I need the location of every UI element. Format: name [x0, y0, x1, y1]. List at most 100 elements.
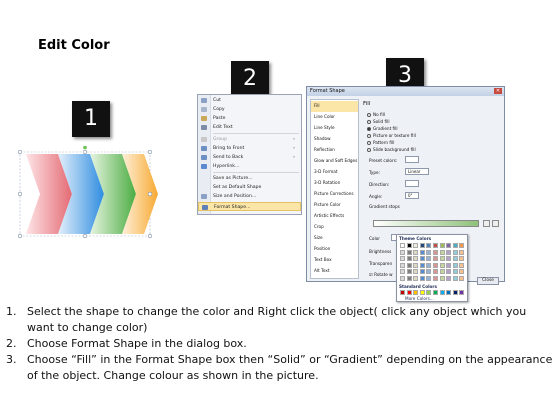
- theme-shade-swatch[interactable]: [452, 275, 458, 281]
- theme-shade-swatch[interactable]: [400, 262, 405, 268]
- category-text-box[interactable]: Text Box: [311, 255, 358, 266]
- theme-shade-swatch[interactable]: [433, 262, 438, 268]
- menu-item-bring-to-front[interactable]: Bring to Front ›: [198, 144, 301, 153]
- theme-shade-swatch[interactable]: [426, 250, 432, 255]
- menu-item-cut[interactable]: Cut: [198, 96, 301, 105]
- theme-shade-swatch[interactable]: [419, 256, 425, 262]
- theme-shade-swatch[interactable]: [439, 269, 445, 275]
- theme-color-swatch[interactable]: [406, 243, 412, 248]
- category-3d-format[interactable]: 3-D Format: [311, 167, 358, 178]
- theme-shade-swatch[interactable]: [400, 269, 405, 275]
- theme-shade-swatch[interactable]: [459, 256, 465, 262]
- theme-shade-swatch[interactable]: [400, 275, 405, 281]
- theme-shade-swatch[interactable]: [400, 256, 405, 262]
- theme-shade-swatch[interactable]: [452, 250, 458, 255]
- radio-no-fill[interactable]: No fill: [367, 111, 385, 118]
- category-alt-text[interactable]: Alt Text: [311, 266, 358, 277]
- theme-color-swatch[interactable]: [439, 243, 445, 248]
- category-line-color[interactable]: Line Color: [311, 112, 358, 123]
- radio-slide-background-fill[interactable]: Slide background fill: [367, 146, 416, 153]
- type-dropdown[interactable]: Linear: [405, 168, 429, 175]
- preset-colors-dropdown[interactable]: [405, 156, 419, 163]
- theme-shade-swatch[interactable]: [446, 275, 452, 281]
- close-button[interactable]: Close: [477, 277, 499, 285]
- theme-color-swatch[interactable]: [452, 243, 458, 248]
- remove-stop-button[interactable]: [492, 220, 499, 227]
- gradient-stops-bar[interactable]: [373, 220, 479, 227]
- menu-item-hyperlink[interactable]: Hyperlink...: [198, 162, 301, 171]
- standard-color-swatch[interactable]: [419, 290, 425, 295]
- theme-shade-swatch[interactable]: [419, 269, 425, 275]
- more-colors-item[interactable]: More Colors...: [399, 296, 434, 301]
- theme-color-swatch[interactable]: [426, 243, 432, 248]
- category-3d-rotation[interactable]: 3-D Rotation: [311, 178, 358, 189]
- direction-dropdown[interactable]: [405, 180, 419, 187]
- theme-color-swatch[interactable]: [446, 243, 452, 248]
- theme-color-swatch[interactable]: [419, 243, 425, 248]
- menu-item-send-to-back[interactable]: Send to Back ›: [198, 153, 301, 162]
- category-glow[interactable]: Glow and Soft Edges: [311, 156, 358, 167]
- theme-color-swatch[interactable]: [459, 243, 465, 248]
- theme-shade-swatch[interactable]: [439, 275, 445, 281]
- theme-shade-swatch[interactable]: [426, 275, 432, 281]
- theme-shade-swatch[interactable]: [452, 262, 458, 268]
- radio-pattern-fill[interactable]: Pattern fill: [367, 139, 394, 146]
- standard-color-swatch[interactable]: [426, 290, 432, 295]
- menu-item-edit-text[interactable]: Edit Text: [198, 123, 301, 132]
- theme-shade-swatch[interactable]: [433, 256, 438, 262]
- theme-shade-swatch[interactable]: [452, 269, 458, 275]
- theme-shade-swatch[interactable]: [413, 250, 419, 255]
- theme-shade-swatch[interactable]: [406, 275, 412, 281]
- theme-shade-swatch[interactable]: [446, 250, 452, 255]
- category-size[interactable]: Size: [311, 233, 358, 244]
- theme-shade-swatch[interactable]: [426, 269, 432, 275]
- theme-shade-swatch[interactable]: [433, 250, 438, 255]
- theme-shade-swatch[interactable]: [446, 269, 452, 275]
- chevron-shape-group[interactable]: [17, 145, 168, 242]
- standard-color-swatch[interactable]: [406, 290, 412, 295]
- theme-shade-swatch[interactable]: [413, 275, 419, 281]
- theme-shade-swatch[interactable]: [400, 250, 405, 255]
- theme-color-swatch[interactable]: [413, 243, 419, 248]
- add-stop-button[interactable]: [483, 220, 490, 227]
- standard-color-swatch[interactable]: [413, 290, 419, 295]
- theme-shade-swatch[interactable]: [406, 269, 412, 275]
- category-line-style[interactable]: Line Style: [311, 123, 358, 134]
- theme-shade-swatch[interactable]: [413, 256, 419, 262]
- theme-shade-swatch[interactable]: [459, 262, 465, 268]
- menu-item-paste[interactable]: Paste: [198, 114, 301, 123]
- menu-item-size-and-position[interactable]: Size and Position...: [198, 192, 301, 201]
- theme-color-swatch[interactable]: [433, 243, 438, 248]
- category-picture-color[interactable]: Picture Color: [311, 200, 358, 211]
- close-icon[interactable]: ✕: [494, 88, 502, 94]
- category-reflection[interactable]: Reflection: [311, 145, 358, 156]
- theme-shade-swatch[interactable]: [439, 250, 445, 255]
- category-artistic-effects[interactable]: Artistic Effects: [311, 211, 358, 222]
- radio-gradient-fill[interactable]: Gradient fill: [367, 125, 398, 132]
- category-fill[interactable]: Fill: [311, 101, 358, 112]
- theme-shade-swatch[interactable]: [426, 262, 432, 268]
- menu-item-copy[interactable]: Copy: [198, 105, 301, 114]
- standard-color-swatch[interactable]: [452, 290, 458, 295]
- category-crop[interactable]: Crop: [311, 222, 358, 233]
- theme-shade-swatch[interactable]: [413, 269, 419, 275]
- theme-shade-swatch[interactable]: [446, 256, 452, 262]
- theme-shade-swatch[interactable]: [452, 256, 458, 262]
- theme-shade-swatch[interactable]: [433, 275, 438, 281]
- theme-shade-swatch[interactable]: [446, 262, 452, 268]
- category-position[interactable]: Position: [311, 244, 358, 255]
- rotate-with-shape-checkbox[interactable]: ☑ Rotate w: [369, 272, 393, 277]
- theme-shade-swatch[interactable]: [406, 262, 412, 268]
- theme-shade-swatch[interactable]: [419, 275, 425, 281]
- radio-solid-fill[interactable]: Solid fill: [367, 118, 390, 125]
- theme-shade-swatch[interactable]: [406, 256, 412, 262]
- standard-color-swatch[interactable]: [459, 290, 465, 295]
- category-shadow[interactable]: Shadow: [311, 134, 358, 145]
- theme-shade-swatch[interactable]: [439, 256, 445, 262]
- theme-shade-swatch[interactable]: [419, 262, 425, 268]
- menu-item-save-as-picture[interactable]: Save as Picture...: [198, 174, 301, 183]
- theme-shade-swatch[interactable]: [426, 256, 432, 262]
- theme-shade-swatch[interactable]: [433, 269, 438, 275]
- theme-shade-swatch[interactable]: [439, 262, 445, 268]
- theme-shade-swatch[interactable]: [459, 269, 465, 275]
